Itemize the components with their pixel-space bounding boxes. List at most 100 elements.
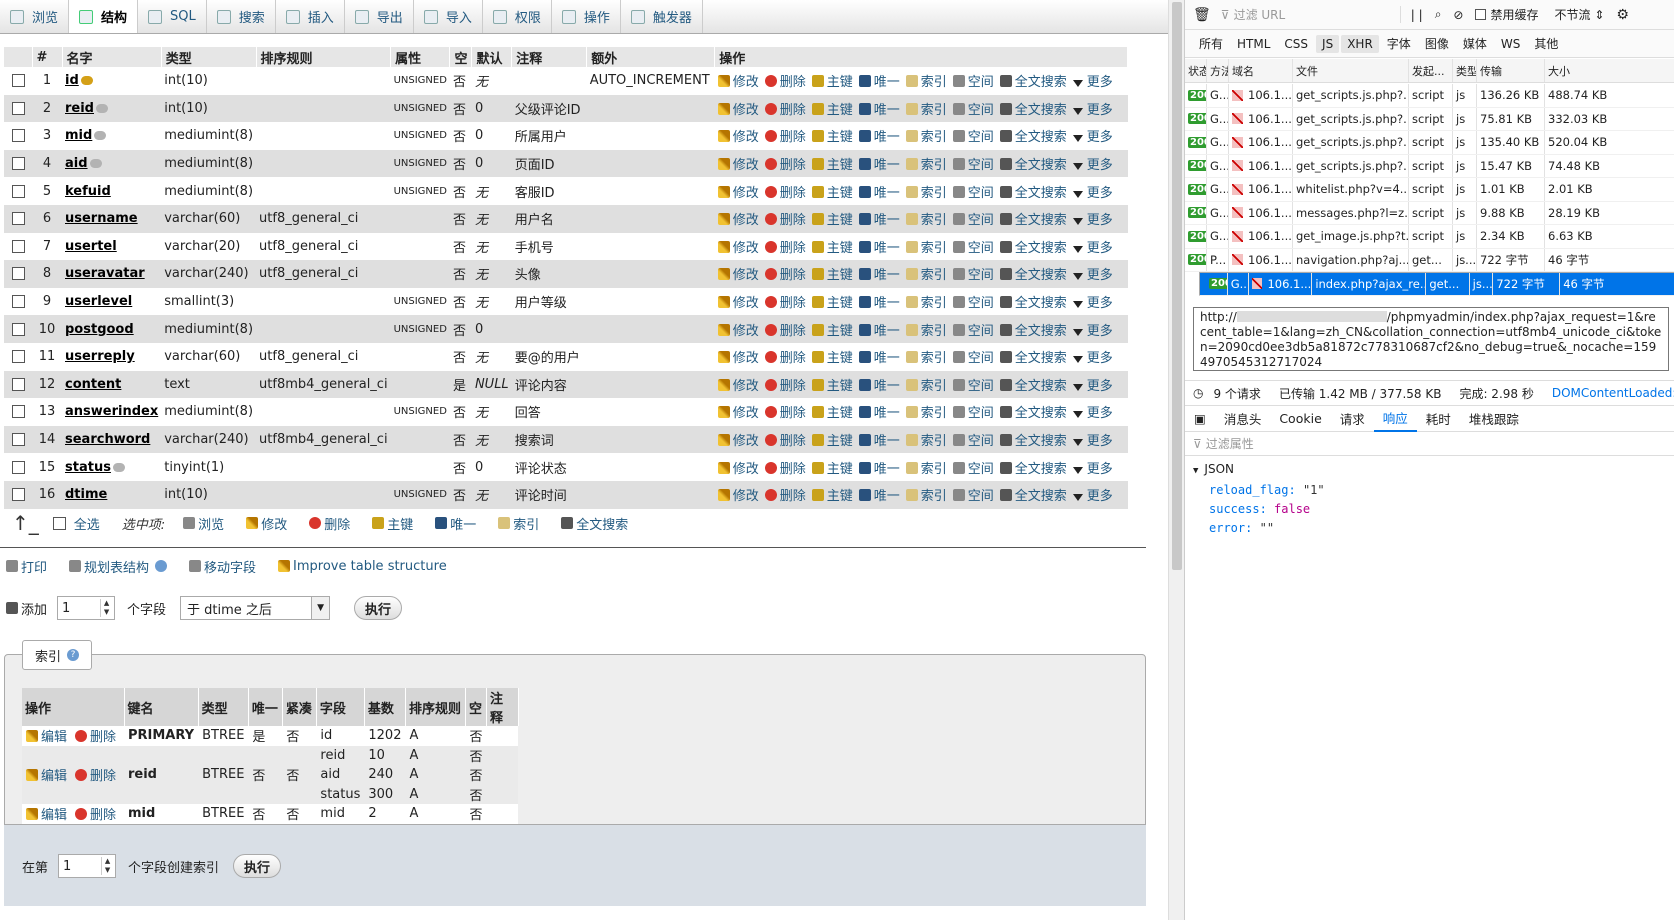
- row-checkbox[interactable]: [11, 212, 25, 226]
- field-name-link[interactable]: id: [65, 73, 79, 88]
- row-unique-button[interactable]: 唯一: [858, 102, 900, 118]
- index-drop-button[interactable]: 删除: [75, 730, 116, 745]
- row-more-button[interactable]: 更多: [1072, 489, 1113, 504]
- row-index-button[interactable]: 索引: [905, 461, 947, 477]
- row-fulltext-button[interactable]: 全文搜索: [999, 158, 1067, 173]
- field-name-link[interactable]: reid: [65, 101, 94, 116]
- tab-cookies[interactable]: Cookie: [1270, 406, 1330, 432]
- row-drop-button[interactable]: 删除: [764, 461, 806, 477]
- disable-cache-toggle[interactable]: 禁用缓存: [1475, 6, 1539, 23]
- row-fulltext-button[interactable]: 全文搜索: [999, 323, 1067, 339]
- tab-search[interactable]: 搜索: [207, 0, 276, 33]
- index-drop-button[interactable]: 删除: [75, 769, 116, 784]
- row-spatial-button[interactable]: 空间: [952, 434, 994, 449]
- bulk-drop-button[interactable]: 删除: [309, 514, 350, 533]
- field-name-link[interactable]: userlevel: [65, 294, 132, 309]
- row-primary-button[interactable]: 主键: [811, 406, 853, 421]
- row-primary-button[interactable]: 主键: [811, 102, 853, 118]
- row-index-button[interactable]: 索引: [905, 240, 947, 256]
- row-unique-button[interactable]: 唯一: [858, 185, 900, 201]
- row-change-button[interactable]: 修改: [717, 240, 759, 256]
- row-unique-button[interactable]: 唯一: [858, 268, 900, 283]
- row-primary-button[interactable]: 主键: [811, 489, 853, 504]
- row-change-button[interactable]: 修改: [717, 378, 759, 394]
- field-name-link[interactable]: status: [65, 460, 111, 475]
- field-name-link[interactable]: mid: [65, 128, 92, 143]
- bulk-browse-button[interactable]: 浏览: [183, 514, 224, 533]
- row-index-button[interactable]: 索引: [905, 102, 947, 118]
- row-index-button[interactable]: 索引: [905, 296, 947, 311]
- row-more-button[interactable]: 更多: [1072, 406, 1113, 421]
- tab-timings[interactable]: 耗时: [1417, 406, 1460, 432]
- row-drop-button[interactable]: 删除: [764, 102, 806, 118]
- row-more-button[interactable]: 更多: [1072, 324, 1113, 339]
- field-name-link[interactable]: usertel: [65, 239, 117, 254]
- network-request-row[interactable]: 200G... 106.1...messages.php?l=z...script…: [1185, 201, 1674, 225]
- row-drop-button[interactable]: 删除: [764, 351, 806, 366]
- row-change-button[interactable]: 修改: [717, 213, 759, 228]
- col-initiator[interactable]: 发起...: [1409, 59, 1453, 82]
- field-name-link[interactable]: answerindex: [65, 404, 158, 419]
- row-index-button[interactable]: 索引: [905, 158, 947, 173]
- filter-images[interactable]: 图像: [1419, 33, 1455, 54]
- row-checkbox[interactable]: [11, 101, 25, 115]
- help-icon[interactable]: ?: [67, 649, 80, 661]
- row-change-button[interactable]: 修改: [717, 185, 759, 201]
- row-spatial-button[interactable]: 空间: [952, 130, 994, 145]
- index-edit-button[interactable]: 编辑: [26, 769, 67, 784]
- bulk-primary-button[interactable]: 主键: [372, 514, 413, 533]
- network-request-row[interactable]: 200G... 106.1...get_image.js.php?t...scri…: [1185, 225, 1674, 249]
- row-change-button[interactable]: 修改: [717, 323, 759, 339]
- row-more-button[interactable]: 更多: [1072, 268, 1113, 283]
- row-more-button[interactable]: 更多: [1072, 351, 1113, 366]
- spinner-arrows-icon[interactable]: ▲ ▼: [100, 599, 112, 617]
- plan-structure-link[interactable]: 规划表结构: [69, 557, 168, 576]
- gear-icon[interactable]: ⚙: [1616, 7, 1629, 23]
- row-unique-button[interactable]: 唯一: [858, 296, 900, 311]
- row-primary-button[interactable]: 主键: [811, 213, 853, 228]
- filter-js[interactable]: JS: [1316, 34, 1340, 53]
- select-all-checkbox[interactable]: [52, 516, 66, 530]
- json-line[interactable]: success: false: [1193, 500, 1325, 519]
- tab-headers[interactable]: 消息头: [1215, 406, 1271, 432]
- row-checkbox[interactable]: [11, 295, 25, 309]
- row-spatial-button[interactable]: 空间: [952, 158, 994, 173]
- row-change-button[interactable]: 修改: [717, 489, 759, 504]
- field-name-link[interactable]: kefuid: [65, 184, 111, 199]
- row-spatial-button[interactable]: 空间: [952, 213, 994, 228]
- row-primary-button[interactable]: 主键: [811, 296, 853, 311]
- row-unique-button[interactable]: 唯一: [858, 406, 900, 421]
- col-type[interactable]: 类型: [1453, 59, 1477, 82]
- row-drop-button[interactable]: 删除: [764, 323, 806, 339]
- network-request-row[interactable]: 200G... 106.1...get_scripts.js.php?...scr…: [1185, 107, 1674, 131]
- row-drop-button[interactable]: 删除: [764, 268, 806, 283]
- row-change-button[interactable]: 修改: [717, 102, 759, 118]
- row-index-button[interactable]: 索引: [905, 323, 947, 339]
- row-change-button[interactable]: 修改: [717, 434, 759, 449]
- row-fulltext-button[interactable]: 全文搜索: [999, 406, 1067, 421]
- row-checkbox[interactable]: [11, 377, 25, 391]
- row-unique-button[interactable]: 唯一: [858, 130, 900, 145]
- field-name-link[interactable]: aid: [65, 156, 88, 171]
- tab-triggers[interactable]: 触发器: [621, 0, 703, 33]
- row-unique-button[interactable]: 唯一: [858, 158, 900, 173]
- row-checkbox[interactable]: [11, 433, 25, 447]
- row-fulltext-button[interactable]: 全文搜索: [999, 461, 1067, 477]
- row-drop-button[interactable]: 删除: [764, 406, 806, 421]
- row-more-button[interactable]: 更多: [1072, 158, 1113, 173]
- tab-sql[interactable]: SQL: [138, 0, 207, 33]
- bulk-fulltext-button[interactable]: 全文搜索: [561, 514, 628, 533]
- row-change-button[interactable]: 修改: [717, 406, 759, 421]
- row-unique-button[interactable]: 唯一: [858, 351, 900, 366]
- bulk-unique-button[interactable]: 唯一: [435, 514, 476, 533]
- row-checkbox[interactable]: [11, 460, 25, 474]
- tab-request[interactable]: 请求: [1331, 406, 1374, 432]
- col-status[interactable]: 状态: [1185, 59, 1207, 82]
- row-index-button[interactable]: 索引: [905, 268, 947, 283]
- bulk-change-button[interactable]: 修改: [246, 514, 287, 533]
- filter-html[interactable]: HTML: [1231, 35, 1276, 53]
- filter-xhr[interactable]: XHR: [1341, 34, 1379, 53]
- row-primary-button[interactable]: 主键: [811, 378, 853, 394]
- row-spatial-button[interactable]: 空间: [952, 461, 994, 477]
- row-fulltext-button[interactable]: 全文搜索: [999, 240, 1067, 256]
